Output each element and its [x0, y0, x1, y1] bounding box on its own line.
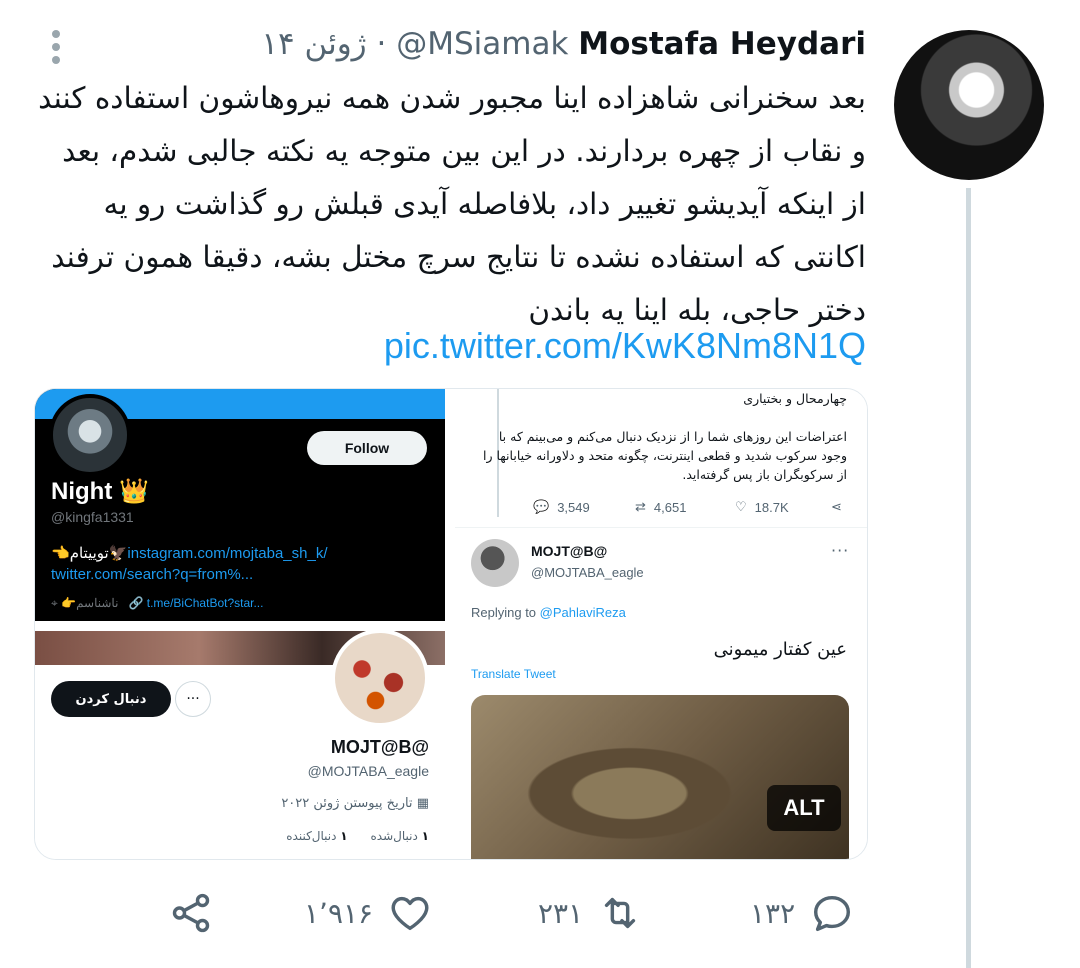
profile-location: 👉ناشناسم [61, 596, 119, 610]
reply-name: MOJT@B@ [531, 543, 608, 559]
profile-screenshot-mojtaba: دنبال کردن ··· MOJT@B@ @MOJTABA_eagle ▦ … [35, 629, 445, 859]
header-separator: · [376, 26, 387, 62]
reply-text: عین کفتار میمونی [713, 639, 847, 660]
profile-avatar [49, 394, 131, 476]
heart-icon [391, 896, 429, 931]
bio-prefix: 👈توییتام🦅 [51, 545, 128, 562]
like-button[interactable]: ۱٬۹۱۶ [304, 890, 433, 936]
profile-handle: @kingfa1331 [51, 509, 134, 525]
translate-link: Translate Tweet [471, 667, 556, 681]
replying-to: Replying to @PahlaviReza [471, 605, 626, 620]
profile-screenshot-night: Follow Night 👑 @kingfa1331 👈توییتام🦅inst… [35, 389, 445, 621]
share-icon [172, 893, 210, 933]
profile-name: Night 👑 [51, 478, 149, 505]
alt-badge: ALT [767, 785, 841, 831]
follow-button: Follow [307, 431, 427, 465]
media-divider [445, 389, 455, 859]
followers-label: دنبال‌کننده [286, 829, 337, 843]
location-pin-icon: ⌖ [51, 596, 58, 610]
retweet-icon [604, 897, 636, 929]
heart-icon: ♡ [735, 499, 747, 514]
bio-instagram-link: instagram.com/mojtaba_sh_k/ [127, 545, 328, 562]
profile-meta: ⌖ 👉ناشناسم 🔗 t.me/BiChatBot?star... [51, 596, 263, 611]
tweet-text: بعد سخنرانی شاهزاده اینا مجبور شدن همه ن… [38, 81, 866, 327]
retweet-icon: ⇄ [635, 499, 646, 514]
calendar-icon: ▦ [416, 796, 429, 811]
tweet-date[interactable]: ۱۴ ژوئن [261, 26, 366, 62]
profile-stats: ۱ دنبال‌شده ۱ دنبال‌کننده [286, 829, 429, 843]
reply-avatar [471, 539, 519, 587]
followers-count: ۱ [340, 829, 348, 843]
reply-action: 💬 3,549 [533, 499, 590, 515]
profile-joined: ▦ تاریخ پیوستن ژوئن ۲۰۲۲ [281, 796, 429, 811]
reply-count: 3,549 [557, 499, 590, 515]
tweet-media-link[interactable]: pic.twitter.com/KwK8Nm8N1Q [384, 325, 866, 367]
more-options-icon: ··· [831, 541, 850, 560]
profile-avatar [331, 629, 429, 727]
link-icon: 🔗 [128, 596, 144, 610]
retweet-count: ۲۳۱ [538, 896, 584, 930]
profile-name: MOJT@B@ [330, 737, 429, 757]
quoted-line1: چهارمحال و بختیاری [743, 391, 847, 406]
more-options-icon[interactable] [50, 30, 62, 64]
following-label: دنبال‌شده [370, 829, 418, 843]
author-name[interactable]: Mostafa Heydari [578, 26, 866, 62]
retweet-count: 4,651 [653, 499, 687, 515]
reply-button[interactable]: ۱۳۲ [750, 890, 855, 936]
replying-prefix: Replying to [471, 605, 537, 620]
like-count: ۱٬۹۱۶ [304, 896, 374, 930]
reply-screenshot: چهارمحال و بختیاری اعتراضات این روزهای ش… [455, 389, 867, 859]
like-count: 18.7K [754, 499, 789, 515]
reply-icon: 💬 [533, 499, 550, 514]
quoted-text: اعتراضات این روزهای شما را از نزدیک دنبا… [483, 429, 847, 482]
retweet-button[interactable]: ۲۳۱ [538, 890, 643, 936]
replying-to-handle: @PahlaviReza [539, 605, 626, 620]
share-icon: ⋖ [831, 499, 842, 514]
share-button[interactable] [168, 890, 214, 936]
tweet-header: ۱۴ ژوئن · @MSiamak Mostafa Heydari [261, 26, 866, 62]
author-avatar[interactable] [894, 30, 1044, 180]
reply-count: ۱۳۲ [750, 896, 796, 930]
reply-handle: @MOJTABA_eagle [531, 565, 644, 580]
author-handle[interactable]: @MSiamak [396, 26, 568, 62]
profile-bio-line1: 👈توییتام🦅instagram.com/mojtaba_sh_k/ [51, 544, 327, 562]
following-count: ۱ [421, 829, 429, 843]
follow-button-fa: دنبال کردن [51, 681, 171, 717]
bio-search-link: twitter.com/search?q=from%... [51, 566, 254, 583]
tweet-media-grid[interactable]: Follow Night 👑 @kingfa1331 👈توییتام🦅inst… [34, 388, 868, 860]
like-action: ♡ 18.7K [735, 499, 789, 515]
divider [455, 527, 867, 528]
thread-line [966, 188, 971, 968]
joined-text: تاریخ پیوستن ژوئن ۲۰۲۲ [281, 796, 413, 811]
profile-url: t.me/BiChatBot?star... [146, 596, 264, 610]
reply-icon [814, 895, 851, 932]
hyena-photo [471, 695, 849, 859]
retweet-action: ⇄ 4,651 [635, 499, 686, 515]
more-options-icon: ··· [175, 681, 211, 717]
profile-handle: @MOJTABA_eagle [307, 763, 429, 779]
